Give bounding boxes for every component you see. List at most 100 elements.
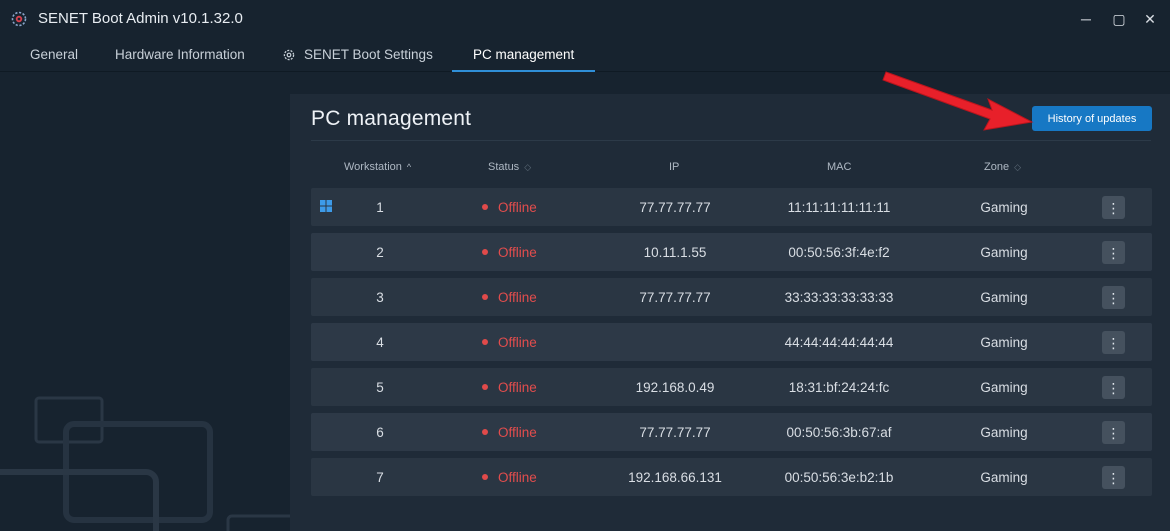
more-vertical-icon: ⋮	[1106, 334, 1121, 351]
status-text: Offline	[498, 290, 537, 305]
status-text: Offline	[498, 335, 537, 350]
zone: Gaming	[980, 290, 1028, 305]
divider	[311, 140, 1151, 141]
column-label: MAC	[827, 161, 852, 173]
history-of-updates-button[interactable]: History of updates	[1032, 106, 1152, 131]
more-vertical-icon: ⋮	[1106, 424, 1121, 441]
ip-address: 77.77.77.77	[639, 200, 711, 215]
column-header-status[interactable]: Status ◇	[488, 161, 531, 173]
page-title: PC management	[311, 107, 472, 130]
more-vertical-icon: ⋮	[1106, 379, 1121, 396]
zone: Gaming	[980, 380, 1028, 395]
close-icon: ✕	[1144, 10, 1156, 27]
tab-label: Hardware Information	[115, 47, 245, 62]
mac-address: 33:33:33:33:33:33	[784, 290, 894, 305]
column-label: Status	[488, 161, 520, 173]
mac-address: 11:11:11:11:11:11	[787, 200, 891, 215]
more-vertical-icon: ⋮	[1106, 289, 1121, 306]
zone: Gaming	[980, 425, 1028, 440]
zone: Gaming	[980, 245, 1028, 260]
mac-address: 18:31:bf:24:24:fc	[788, 380, 890, 395]
maximize-icon: ▢	[1112, 10, 1126, 27]
zone: Gaming	[980, 470, 1028, 485]
maximize-button[interactable]: ▢	[1108, 8, 1130, 30]
column-header-zone[interactable]: Zone ◇	[984, 161, 1021, 173]
tab-senet-boot-settings[interactable]: SENET Boot Settings	[282, 47, 433, 62]
sort-icon: ◇	[524, 161, 532, 172]
table-row[interactable]: 6 Offline 77.77.77.77 00:50:56:3b:67:af …	[311, 413, 1152, 451]
tab-general[interactable]: General	[30, 47, 78, 62]
row-menu-button[interactable]: ⋮	[1102, 241, 1125, 264]
tab-pc-management[interactable]: PC management	[473, 47, 574, 62]
status-indicator-dot	[482, 474, 488, 480]
sort-icon: ◇	[1014, 161, 1021, 172]
app-title: SENET Boot Admin v10.1.32.0	[38, 10, 243, 27]
senet-logo-icon	[11, 11, 27, 27]
row-menu-button[interactable]: ⋮	[1102, 331, 1125, 354]
status-indicator-dot	[482, 204, 488, 210]
status-indicator-dot	[482, 429, 488, 435]
annotation-arrow	[882, 71, 1034, 131]
status-indicator-dot	[482, 294, 488, 300]
more-vertical-icon: ⋮	[1106, 199, 1121, 216]
workstation-number: 5	[376, 380, 384, 395]
row-menu-button[interactable]: ⋮	[1102, 421, 1125, 444]
mac-address: 00:50:56:3b:67:af	[786, 425, 892, 440]
status-indicator-dot	[482, 249, 488, 255]
workstation-number: 3	[376, 290, 384, 305]
ip-address: 192.168.66.131	[628, 470, 722, 485]
pc-management-panel: PC management History of updates Worksta…	[290, 94, 1170, 531]
status-text: Offline	[498, 380, 537, 395]
zone: Gaming	[980, 200, 1028, 215]
column-label: Workstation	[344, 161, 402, 173]
workstation-number: 1	[376, 200, 384, 215]
gear-icon	[283, 49, 295, 60]
row-menu-button[interactable]: ⋮	[1102, 196, 1125, 219]
minimize-button[interactable]: ─	[1075, 8, 1097, 30]
tab-label: General	[30, 47, 79, 62]
row-menu-button[interactable]: ⋮	[1102, 286, 1125, 309]
active-tab-indicator	[452, 70, 595, 72]
more-vertical-icon: ⋮	[1106, 469, 1121, 486]
ip-address: 77.77.77.77	[639, 425, 711, 440]
status-text: Offline	[498, 470, 537, 485]
status-indicator-dot	[482, 339, 488, 345]
ip-address: 10.11.1.55	[643, 245, 707, 260]
row-menu-button[interactable]: ⋮	[1102, 466, 1125, 489]
status-text: Offline	[498, 200, 537, 215]
row-menu-button[interactable]: ⋮	[1102, 376, 1125, 399]
mac-address: 00:50:56:3e:b2:1b	[784, 470, 894, 485]
tab-hardware-information[interactable]: Hardware Information	[115, 47, 245, 62]
table-row[interactable]: 4 Offline 44:44:44:44:44:44 Gaming ⋮	[311, 323, 1152, 361]
status-text: Offline	[498, 425, 537, 440]
sort-ascending-icon: ^	[406, 162, 412, 172]
column-header-ip: IP	[669, 161, 679, 173]
table-row[interactable]: 1 Offline 77.77.77.77 11:11:11:11:11:11 …	[311, 188, 1152, 226]
table-row[interactable]: 2 Offline 10.11.1.55 00:50:56:3f:4e:f2 G…	[311, 233, 1152, 271]
windows-icon	[320, 200, 332, 212]
ip-address: 77.77.77.77	[639, 290, 711, 305]
close-button[interactable]: ✕	[1139, 8, 1161, 30]
more-vertical-icon: ⋮	[1106, 244, 1121, 261]
status-indicator-dot	[482, 384, 488, 390]
minimize-icon: ─	[1081, 11, 1091, 27]
column-header-mac: MAC	[827, 161, 851, 173]
background-monitors-decoration	[0, 396, 300, 531]
tab-label: SENET Boot Settings	[304, 47, 433, 62]
status-text: Offline	[498, 245, 537, 260]
column-label: Zone	[984, 161, 1010, 173]
table-row[interactable]: 3 Offline 77.77.77.77 33:33:33:33:33:33 …	[311, 278, 1152, 316]
column-label: IP	[669, 161, 680, 173]
workstation-number: 6	[376, 425, 384, 440]
zone: Gaming	[980, 335, 1028, 350]
workstation-number: 2	[376, 245, 384, 260]
title-bar: SENET Boot Admin v10.1.32.0 ─ ▢ ✕	[0, 0, 1170, 38]
mac-address: 44:44:44:44:44:44	[784, 335, 894, 350]
ip-address: 192.168.0.49	[635, 380, 715, 395]
table-row[interactable]: 5 Offline 192.168.0.49 18:31:bf:24:24:fc…	[311, 368, 1152, 406]
mac-address: 00:50:56:3f:4e:f2	[788, 245, 890, 260]
table-row[interactable]: 7 Offline 192.168.66.131 00:50:56:3e:b2:…	[311, 458, 1152, 496]
tab-label: PC management	[473, 47, 575, 62]
workstation-number: 7	[376, 470, 384, 485]
column-header-workstation[interactable]: Workstation ^	[344, 161, 411, 173]
